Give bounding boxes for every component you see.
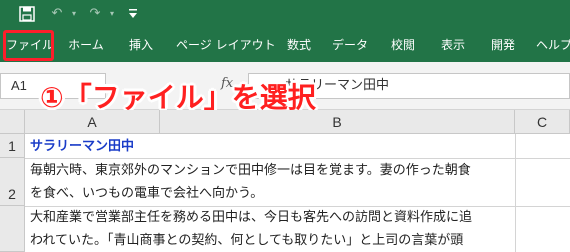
row-header-1[interactable]: 1 xyxy=(0,134,25,158)
gridline xyxy=(515,134,516,252)
tab-page-layout[interactable]: ページ レイアウト xyxy=(176,28,276,62)
quick-access-toolbar: ↶ ▾ ↷ ▾ xyxy=(0,0,570,28)
cell-a2-line[interactable]: を食べ、いつもの電車で会社へ向かう。 xyxy=(30,182,263,205)
cell-a1[interactable]: サラリーマン田中 xyxy=(30,135,134,158)
tab-formulas[interactable]: 数式 xyxy=(282,28,316,62)
column-header-c[interactable]: C xyxy=(515,110,570,134)
save-icon[interactable] xyxy=(18,4,36,24)
undo-icon[interactable]: ↶ xyxy=(48,4,66,24)
cell-a3-line[interactable]: われていた。「青山商事との契約、何としても取りたい」と上司の言葉が頭 xyxy=(30,229,463,252)
cell-a3-line[interactable]: 大和産業で営業部主任を務める田中は、今日も客先への訪問と資料作成に追 xyxy=(30,206,472,229)
customize-toolbar-icon[interactable] xyxy=(126,4,140,24)
tab-home[interactable]: ホーム xyxy=(66,28,106,62)
select-all-corner[interactable] xyxy=(0,110,25,134)
row-header-3[interactable] xyxy=(0,206,25,252)
tab-view[interactable]: 表示 xyxy=(436,28,470,62)
file-tab-highlight xyxy=(3,30,54,61)
tab-review[interactable]: 校閲 xyxy=(386,28,420,62)
row-header-2[interactable]: 2 xyxy=(0,158,25,206)
cell-a2-line[interactable]: 毎朝六時、東京郊外のマンションで田中修一は目を覚ます。妻の作った朝食 xyxy=(30,159,471,182)
redo-dropdown-icon[interactable]: ▾ xyxy=(107,4,117,24)
ribbon-tabs: ファイル ホーム 挿入 ページ レイアウト 数式 データ 校閲 表示 開発 ヘル… xyxy=(0,28,570,62)
redo-icon[interactable]: ↷ xyxy=(86,4,104,24)
tab-help[interactable]: ヘルプ xyxy=(536,28,570,62)
tab-insert[interactable]: 挿入 xyxy=(124,28,158,62)
tab-data[interactable]: データ xyxy=(330,28,370,62)
column-header-a[interactable]: A xyxy=(25,110,160,134)
column-header-b[interactable]: B xyxy=(160,110,515,134)
undo-dropdown-icon[interactable]: ▾ xyxy=(69,4,79,24)
tab-developer[interactable]: 開発 xyxy=(486,28,520,62)
